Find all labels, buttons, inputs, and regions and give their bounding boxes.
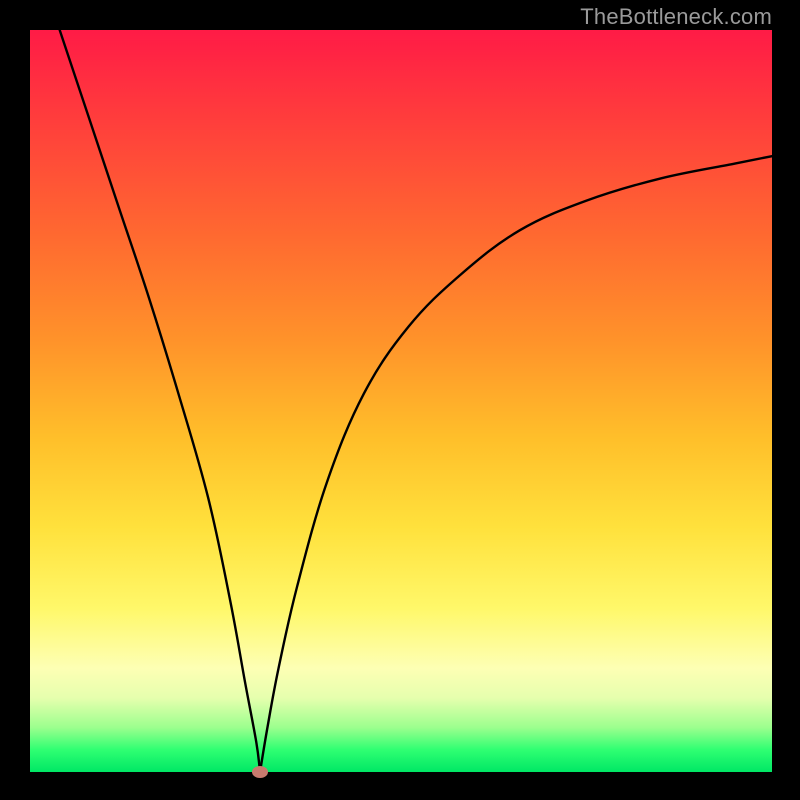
optimal-point-marker xyxy=(252,766,268,778)
curve-left-branch xyxy=(60,30,260,772)
bottleneck-curve xyxy=(30,30,772,772)
watermark-text: TheBottleneck.com xyxy=(580,4,772,30)
curve-right-branch xyxy=(260,156,772,772)
chart-frame: TheBottleneck.com xyxy=(0,0,800,800)
plot-area xyxy=(30,30,772,772)
